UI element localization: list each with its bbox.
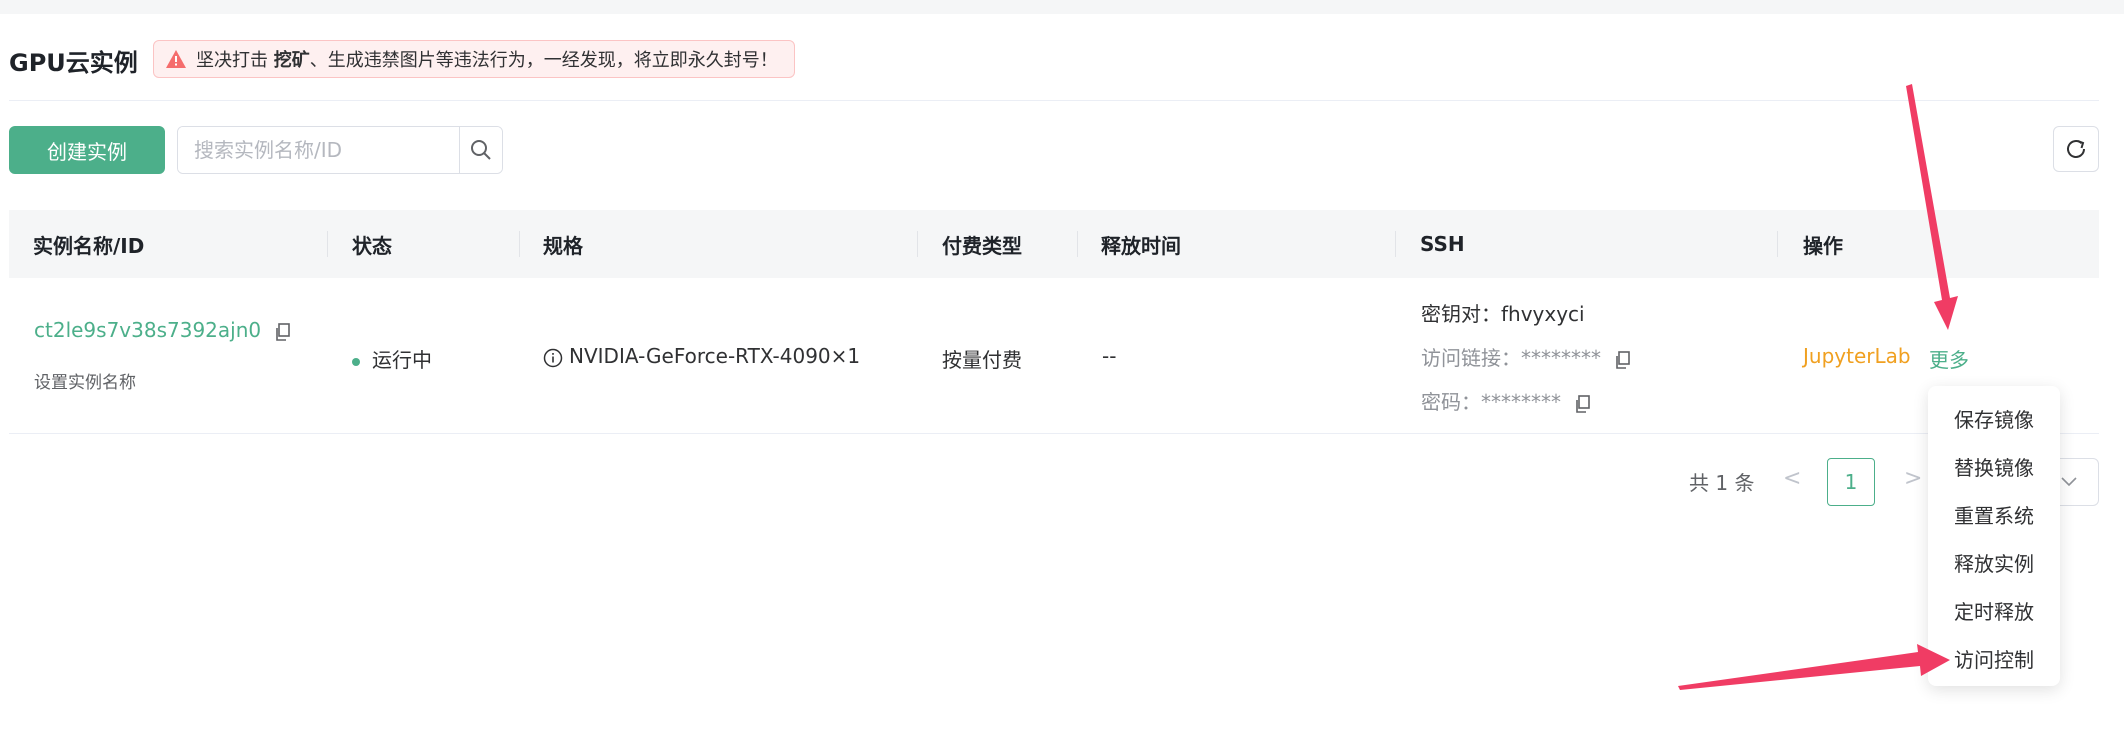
pagination-next[interactable]: > xyxy=(1904,466,1922,491)
search-button[interactable] xyxy=(459,127,502,173)
col-separator xyxy=(917,231,918,257)
menu-item-scheduled-release[interactable]: 定时释放 xyxy=(1928,586,2060,634)
status-text: 运行中 xyxy=(372,348,432,372)
ssh-key-pair: 密钥对：fhvyxyci xyxy=(1421,302,1585,326)
col-ssh: SSH xyxy=(1420,232,1465,256)
spec-cell: NVIDIA-GeForce-RTX-4090×1 xyxy=(543,344,860,368)
col-separator xyxy=(519,231,520,257)
page-header: GPU云实例 xyxy=(9,40,138,80)
col-separator xyxy=(1395,231,1396,257)
search-box xyxy=(177,126,503,174)
copy-icon[interactable] xyxy=(1575,394,1591,413)
status-dot xyxy=(352,357,360,366)
col-separator xyxy=(327,231,328,257)
jupyterlab-link[interactable]: JupyterLab xyxy=(1803,344,1911,368)
set-instance-name-link[interactable]: 设置实例名称 xyxy=(34,368,136,393)
refresh-icon xyxy=(2067,140,2085,158)
pagination-page[interactable]: 1 xyxy=(1827,458,1875,506)
spec-text: NVIDIA-GeForce-RTX-4090×1 xyxy=(569,344,861,368)
info-icon[interactable] xyxy=(543,348,563,368)
refresh-button[interactable] xyxy=(2053,126,2099,172)
ssh-link-row: 访问链接：******** xyxy=(1421,342,1631,371)
ssh-link-value: ******** xyxy=(1521,346,1601,370)
warning-banner: 坚决打击 挖矿、生成违禁图片等违法行为，一经发现，将立即永久封号！ xyxy=(153,40,795,78)
instance-id-cell: ct2le9s7v38s7392ajn0 xyxy=(34,318,291,342)
warning-icon xyxy=(166,50,186,68)
pagination-prev[interactable]: < xyxy=(1783,466,1801,491)
col-instance-name: 实例名称/ID xyxy=(33,233,145,258)
col-spec: 规格 xyxy=(543,233,583,258)
table-header: 实例名称/ID 状态 规格 付费类型 释放时间 SSH 操作 xyxy=(9,210,2099,278)
header-divider xyxy=(9,100,2099,101)
create-instance-button[interactable]: 创建实例 xyxy=(9,126,165,174)
billing-cell: 按量付费 xyxy=(942,348,1022,372)
table-row: ct2le9s7v38s7392ajn0 设置实例名称 运行中 NVIDIA-G… xyxy=(9,278,2099,434)
ssh-password-label: 密码： xyxy=(1421,390,1481,414)
pagination-total: 共 1 条 xyxy=(1689,471,1755,495)
menu-item-access-control[interactable]: 访问控制 xyxy=(1928,634,2060,682)
top-strip xyxy=(0,0,2124,14)
col-separator xyxy=(1077,231,1078,257)
menu-item-reset-system[interactable]: 重置系统 xyxy=(1928,490,2060,538)
menu-item-replace-image[interactable]: 替换镜像 xyxy=(1928,442,2060,490)
more-actions-link[interactable]: 更多 xyxy=(1929,344,1969,373)
more-actions-menu: 保存镜像 替换镜像 重置系统 释放实例 定时释放 访问控制 xyxy=(1928,386,2060,686)
release-time-cell: -- xyxy=(1102,344,1117,368)
ssh-password-row: 密码：******** xyxy=(1421,386,1591,415)
menu-item-save-image[interactable]: 保存镜像 xyxy=(1928,394,2060,442)
warning-text: 坚决打击 挖矿、生成违禁图片等违法行为，一经发现，将立即永久封号！ xyxy=(196,50,778,71)
chevron-down-icon xyxy=(2061,477,2077,487)
page-title: GPU云实例 xyxy=(9,48,138,77)
col-release-time: 释放时间 xyxy=(1101,233,1181,258)
annotation-arrow-right xyxy=(1678,644,1950,690)
col-billing: 付费类型 xyxy=(942,233,1022,258)
menu-item-release-instance[interactable]: 释放实例 xyxy=(1928,538,2060,586)
warning-bold: 挖矿 xyxy=(273,50,310,71)
search-input[interactable] xyxy=(178,127,459,173)
copy-icon[interactable] xyxy=(1615,350,1631,369)
copy-icon[interactable] xyxy=(275,322,291,341)
col-separator xyxy=(1777,231,1778,257)
search-icon xyxy=(471,140,491,160)
ssh-password-value: ******** xyxy=(1481,390,1561,414)
col-actions: 操作 xyxy=(1803,233,1843,258)
instance-id-link[interactable]: ct2le9s7v38s7392ajn0 xyxy=(34,318,261,342)
ssh-link-label: 访问链接： xyxy=(1421,346,1521,370)
col-status: 状态 xyxy=(352,233,392,258)
status-cell: 运行中 xyxy=(352,344,432,373)
